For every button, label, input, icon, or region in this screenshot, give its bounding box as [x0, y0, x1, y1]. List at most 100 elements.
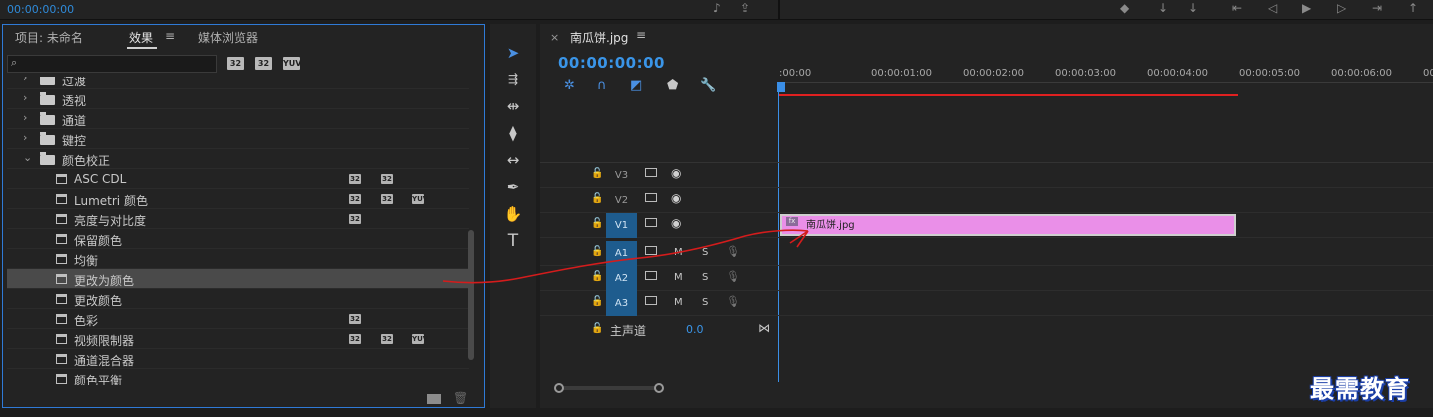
program-timecode[interactable]: 00:00:00:00 — [7, 3, 74, 16]
mute-button[interactable]: M — [674, 297, 683, 308]
effects-folder-row[interactable]: › 键控 — [7, 129, 469, 149]
track-target-v2[interactable]: V2 — [606, 188, 637, 213]
razor-tool-icon[interactable]: ⧫ — [502, 122, 524, 144]
sync-lock-icon[interactable] — [645, 246, 657, 255]
new-bin-icon[interactable] — [427, 394, 441, 404]
master-lock-icon[interactable]: 🔓 — [591, 323, 603, 334]
selection-tool-icon[interactable]: ➤ — [502, 42, 524, 64]
lock-icon[interactable]: 🔓 — [591, 271, 603, 282]
audio-icon[interactable]: ♪ — [713, 1, 721, 15]
track-target-a3[interactable]: A3 — [606, 291, 637, 316]
go-to-out-icon[interactable]: ⇥ — [1372, 1, 1382, 15]
pen-tool-icon[interactable]: ✒ — [502, 176, 524, 198]
effect-row[interactable]: 亮度与对比度 32 — [7, 209, 469, 229]
yuv-effects-filter-button[interactable]: YUV — [283, 57, 301, 70]
sequence-timecode[interactable]: 00:00:00:00 — [558, 54, 665, 72]
chevron-right-icon[interactable]: › — [23, 77, 27, 84]
effects-menu-icon[interactable]: ≡ — [165, 29, 175, 43]
sequence-menu-icon[interactable]: ≡ — [636, 28, 646, 42]
sync-lock-icon[interactable] — [645, 218, 657, 227]
chevron-right-icon[interactable]: › — [23, 91, 27, 104]
zoom-left-handle[interactable] — [554, 383, 564, 393]
effects-folder-row[interactable]: › 过渡 — [7, 77, 469, 89]
sequence-tab[interactable]: 南瓜饼.jpg — [570, 29, 628, 46]
chevron-right-icon[interactable]: › — [23, 131, 27, 144]
close-sequence-icon[interactable]: × — [550, 31, 559, 44]
lock-icon[interactable]: 🔓 — [591, 168, 603, 179]
eye-icon[interactable]: ◉ — [671, 216, 681, 230]
effect-row[interactable]: Lumetri 颜色 32 32 YUV — [7, 189, 469, 209]
solo-button[interactable]: S — [702, 272, 708, 283]
tab-media-browser[interactable]: 媒体浏览器 — [198, 29, 258, 46]
play-icon[interactable]: ▶ — [1302, 1, 1311, 15]
sync-lock-icon[interactable] — [645, 271, 657, 280]
slip-tool-icon[interactable]: ↔ — [502, 149, 524, 171]
lift-icon[interactable]: ↑ — [1408, 1, 1418, 15]
solo-button[interactable]: S — [702, 247, 708, 258]
effect-row[interactable]: ASC CDL 32 32 — [7, 169, 469, 189]
wrench-icon[interactable]: 🔧 — [700, 78, 716, 93]
tab-project[interactable]: 项目: 未命名 — [15, 29, 83, 46]
add-marker-icon[interactable]: ⬟ — [667, 78, 678, 93]
timeline-zoom-scrollbar[interactable] — [554, 383, 664, 393]
accelerated-effects-filter-button[interactable]: 32 — [227, 57, 244, 70]
voiceover-mic-icon[interactable]: 🎙 — [726, 270, 740, 283]
nest-sequence-icon[interactable]: ✲ — [564, 78, 575, 93]
export-frame-icon[interactable]: ⇪ — [740, 1, 750, 15]
go-to-in-icon[interactable]: ⇤ — [1232, 1, 1242, 15]
lock-icon[interactable]: 🔓 — [591, 193, 603, 204]
mute-button[interactable]: M — [674, 247, 683, 258]
chevron-right-icon[interactable]: › — [23, 111, 27, 124]
track-target-a1[interactable]: A1 — [606, 241, 637, 266]
effect-row[interactable]: 通道混合器 — [7, 349, 469, 369]
work-area-bar[interactable] — [778, 94, 1238, 96]
effects-folder-row[interactable]: › 通道 — [7, 109, 469, 129]
marker-icon[interactable]: ◆ — [1120, 1, 1129, 15]
track-select-tool-icon[interactable]: ⇶ — [502, 68, 524, 90]
lock-icon[interactable]: 🔓 — [591, 246, 603, 257]
voiceover-mic-icon[interactable]: 🎙 — [726, 295, 740, 308]
type-tool-icon[interactable]: T — [502, 230, 524, 252]
mute-button[interactable]: M — [674, 272, 683, 283]
go-to-end-icon[interactable]: ⋈ — [758, 321, 770, 335]
snap-icon[interactable]: ∩ — [597, 78, 607, 93]
zoom-right-handle[interactable] — [654, 383, 664, 393]
linked-selection-icon[interactable]: ◩ — [630, 78, 642, 93]
effect-row[interactable]: 色彩 32 — [7, 309, 469, 329]
effect-label: ASC CDL — [74, 172, 127, 186]
32bit-effects-filter-button[interactable]: 32 — [255, 57, 272, 70]
step-back-icon[interactable]: ◁ — [1268, 1, 1277, 15]
sync-lock-icon[interactable] — [645, 193, 657, 202]
effects-scrollbar[interactable] — [468, 230, 474, 360]
solo-button[interactable]: S — [702, 297, 708, 308]
effects-search-input[interactable]: ⌕ — [7, 55, 217, 73]
sync-lock-icon[interactable] — [645, 296, 657, 305]
effect-row[interactable]: 更改为颜色 — [7, 269, 469, 289]
eye-icon[interactable]: ◉ — [671, 191, 681, 205]
hand-tool-icon[interactable]: ✋ — [502, 203, 524, 225]
step-forward-icon[interactable]: ▷ — [1337, 1, 1346, 15]
effects-folder-row[interactable]: › 透视 — [7, 89, 469, 109]
lock-icon[interactable]: 🔓 — [591, 296, 603, 307]
effect-row[interactable]: 颜色平衡 — [7, 369, 469, 385]
track-target-v1[interactable]: V1 — [606, 213, 637, 238]
lock-icon[interactable]: 🔓 — [591, 218, 603, 229]
ripple-edit-tool-icon[interactable]: ⇹ — [502, 95, 524, 117]
sync-lock-icon[interactable] — [645, 168, 657, 177]
voiceover-mic-icon[interactable]: 🎙 — [726, 245, 740, 258]
tab-effects[interactable]: 效果 — [129, 29, 153, 46]
mark-out-icon[interactable]: ↓ — [1188, 1, 1198, 15]
effect-row[interactable]: 视频限制器 32 32 YUV — [7, 329, 469, 349]
effects-folder-row[interactable]: ⌄ 颜色校正 — [7, 149, 469, 169]
mark-in-icon[interactable]: ↓ — [1158, 1, 1168, 15]
effect-row[interactable]: 更改颜色 — [7, 289, 469, 309]
eye-icon[interactable]: ◉ — [671, 166, 681, 180]
effect-row[interactable]: 保留颜色 — [7, 229, 469, 249]
timeline-clip[interactable]: fx 南瓜饼.jpg — [780, 214, 1236, 236]
effect-row[interactable]: 均衡 — [7, 249, 469, 269]
master-volume-value[interactable]: 0.0 — [686, 323, 704, 336]
chevron-down-icon[interactable]: ⌄ — [23, 151, 32, 164]
track-target-v3[interactable]: V3 — [606, 163, 637, 188]
trash-icon[interactable]: 🗑 — [453, 391, 468, 405]
track-target-a2[interactable]: A2 — [606, 266, 637, 291]
